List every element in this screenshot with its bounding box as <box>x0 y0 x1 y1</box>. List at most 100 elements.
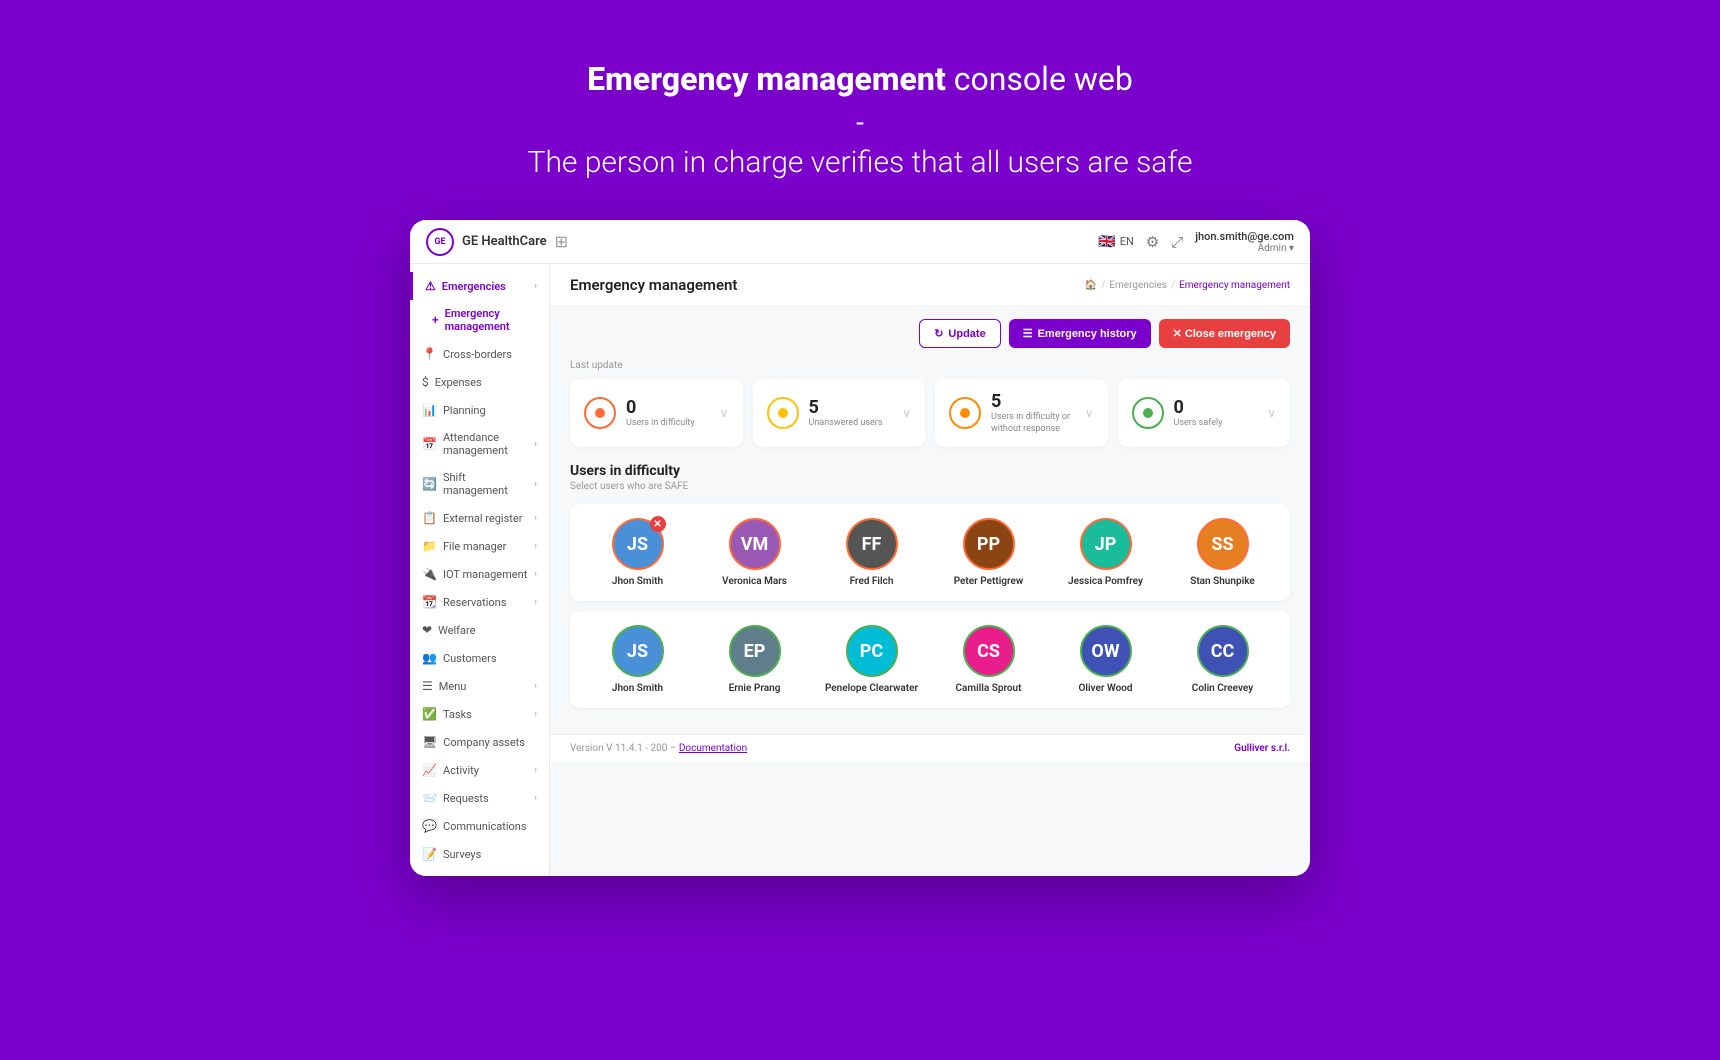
customers-icon: 👥 <box>422 651 437 665</box>
stat-expand-icon[interactable]: ∨ <box>1267 406 1276 420</box>
hero-subtitle: The person in charge verifies that all u… <box>528 145 1193 180</box>
home-icon: 🏠 <box>1085 280 1097 291</box>
stat-expand-icon[interactable]: ∨ <box>1085 406 1094 420</box>
user-info[interactable]: jhon.smith@ge.com Admin ▾ <box>1195 230 1294 254</box>
emergencies-icon: ⚠ <box>425 279 436 293</box>
stat-dot-green <box>1132 397 1164 429</box>
avatar: CC <box>1197 625 1249 677</box>
tasks-icon: ✅ <box>422 707 437 721</box>
brand-name: GE HealthCare <box>462 234 547 249</box>
avatar: JP <box>1080 518 1132 570</box>
user-card-peter-pettigrew[interactable]: PP Peter Pettigrew <box>935 518 1042 587</box>
section-title: Users in difficulty <box>570 463 1290 479</box>
sidebar-item-company-assets[interactable]: 🖥 Company assets <box>410 728 549 756</box>
menu-icon: ☰ <box>422 679 433 693</box>
hero-section: Emergency management console web - The p… <box>508 0 1213 220</box>
user-card-ernie-prang[interactable]: EP Ernie Prang <box>701 625 808 694</box>
user-card-jessica-pomfrey[interactable]: JP Jessica Pomfrey <box>1052 518 1159 587</box>
sidebar-item-customers[interactable]: 👥 Customers <box>410 644 549 672</box>
language-selector[interactable]: 🇬🇧 EN <box>1098 234 1134 250</box>
avatar: VM <box>729 518 781 570</box>
sidebar-item-expenses[interactable]: $ Expenses <box>410 368 549 396</box>
sidebar-item-cross-borders[interactable]: 📍 Cross-borders <box>410 340 549 368</box>
reservations-icon: 📆 <box>422 595 437 609</box>
expand-icon[interactable]: ⤢ <box>1171 233 1183 251</box>
sidebar-item-shift[interactable]: 🔄 Shift management › <box>410 464 549 504</box>
close-emergency-button[interactable]: ✕ Close emergency <box>1159 319 1290 348</box>
user-card-colin-creevey[interactable]: CC Colin Creevey <box>1169 625 1276 694</box>
sidebar-item-planning[interactable]: 📊 Planning <box>410 396 549 424</box>
user-card-veronica-mars[interactable]: VM Veronica Mars <box>701 518 808 587</box>
emergency-history-button[interactable]: ☰ Emergency history <box>1009 319 1151 348</box>
sidebar-item-surveys[interactable]: 📝 Surveys <box>410 840 549 868</box>
page-title: Emergency management <box>570 276 737 294</box>
external-icon: 📋 <box>422 511 437 525</box>
sidebar-item-menu[interactable]: ☰ Menu › <box>410 672 549 700</box>
logo: GE <box>426 228 454 256</box>
chevron-icon: › <box>534 281 537 291</box>
user-card-jhon-smith-2[interactable]: JS Jhon Smith <box>584 625 691 694</box>
user-card-oliver-wood[interactable]: OW Oliver Wood <box>1052 625 1159 694</box>
sidebar-item-tasks[interactable]: ✅ Tasks › <box>410 700 549 728</box>
chevron-icon: › <box>534 765 537 775</box>
avatar: EP <box>729 625 781 677</box>
page-footer: Version V 11.4.1 - 200 – Documentation G… <box>550 734 1310 762</box>
stat-card-unanswered: 5 Unanswered users ∨ <box>753 379 926 447</box>
stat-dot-orange <box>584 397 616 429</box>
sidebar-item-communications[interactable]: 💬 Communications <box>410 812 549 840</box>
surveys-icon: 📝 <box>422 847 437 861</box>
sidebar-item-iot[interactable]: 🔌 IOT management › <box>410 560 549 588</box>
user-card-jhon-smith[interactable]: JS ✕ Jhon Smith <box>584 518 691 587</box>
company-assets-icon: 🖥 <box>422 735 437 749</box>
hero-dash: - <box>528 106 1193 139</box>
user-email: jhon.smith@ge.com <box>1195 230 1294 243</box>
sidebar-item-reservations[interactable]: 📆 Reservations › <box>410 588 549 616</box>
action-row: ↻ Update ☰ Emergency history ✕ Close eme… <box>550 307 1310 360</box>
activity-icon: 📈 <box>422 763 437 777</box>
requests-icon: 📨 <box>422 791 437 805</box>
stat-card-safe: 0 Users safely ∨ <box>1118 379 1291 447</box>
chevron-icon: › <box>534 681 537 691</box>
user-card-camilla-sprout[interactable]: CS Camilla Sprout <box>935 625 1042 694</box>
user-card-stan-shunpike[interactable]: SS Stan Shunpike <box>1169 518 1276 587</box>
avatar: PP <box>963 518 1015 570</box>
breadcrumb: 🏠 / Emergencies / Emergency management <box>1085 280 1290 291</box>
user-role: Admin ▾ <box>1195 243 1294 254</box>
stat-expand-icon[interactable]: ∨ <box>720 406 729 420</box>
content-area: Emergency management 🏠 / Emergencies / E… <box>550 264 1310 876</box>
chevron-icon: › <box>534 479 537 489</box>
user-card-fred-filch[interactable]: FF Fred Filch <box>818 518 925 587</box>
settings-icon[interactable]: ⚙ <box>1146 233 1159 251</box>
sidebar-item-activity[interactable]: 📈 Activity › <box>410 756 549 784</box>
section-subtitle: Select users who are SAFE <box>570 481 1290 492</box>
history-icon: ☰ <box>1023 327 1033 340</box>
chevron-icon: › <box>534 793 537 803</box>
chevron-icon: › <box>534 709 537 719</box>
stat-dot-yellow <box>767 397 799 429</box>
sidebar-item-external[interactable]: 📋 External register › <box>410 504 549 532</box>
stat-expand-icon[interactable]: ∨ <box>902 406 911 420</box>
cross-borders-icon: 📍 <box>422 347 437 361</box>
page-header: Emergency management 🏠 / Emergencies / E… <box>550 264 1310 307</box>
top-bar: GE GE HealthCare ⊞ 🇬🇧 EN ⚙ ⤢ jhon.smith@… <box>410 220 1310 264</box>
sidebar-item-files[interactable]: 📁 File manager › <box>410 532 549 560</box>
sidebar-item-requests[interactable]: 📨 Requests › <box>410 784 549 812</box>
stat-dot-orange2 <box>949 397 981 429</box>
user-card-penelope-clearwater[interactable]: PC Penelope Clearwater <box>818 625 925 694</box>
sidebar-item-emergencies[interactable]: ⚠ Emergencies › <box>410 272 549 300</box>
expenses-icon: $ <box>422 375 429 389</box>
chevron-icon: › <box>534 541 537 551</box>
welfare-icon: ❤ <box>422 623 432 637</box>
sidebar-item-emergency-management[interactable]: + Emergency management <box>410 300 549 340</box>
sidebar-item-attendance[interactable]: 📅 Attendance management › <box>410 424 549 464</box>
communications-icon: 💬 <box>422 819 437 833</box>
grid-icon[interactable]: ⊞ <box>555 232 568 251</box>
hero-title: Emergency management console web <box>528 60 1193 98</box>
documentation-link[interactable]: Documentation <box>679 743 747 754</box>
footer-brand: Gulliver s.r.l. <box>1234 743 1290 754</box>
chevron-icon: › <box>534 439 537 449</box>
update-button[interactable]: ↻ Update <box>919 319 1001 348</box>
alert-badge: ✕ <box>650 516 666 532</box>
stats-grid: 0 Users in difficulty ∨ 5 Unanswered use… <box>570 379 1290 447</box>
sidebar-item-welfare[interactable]: ❤ Welfare <box>410 616 549 644</box>
